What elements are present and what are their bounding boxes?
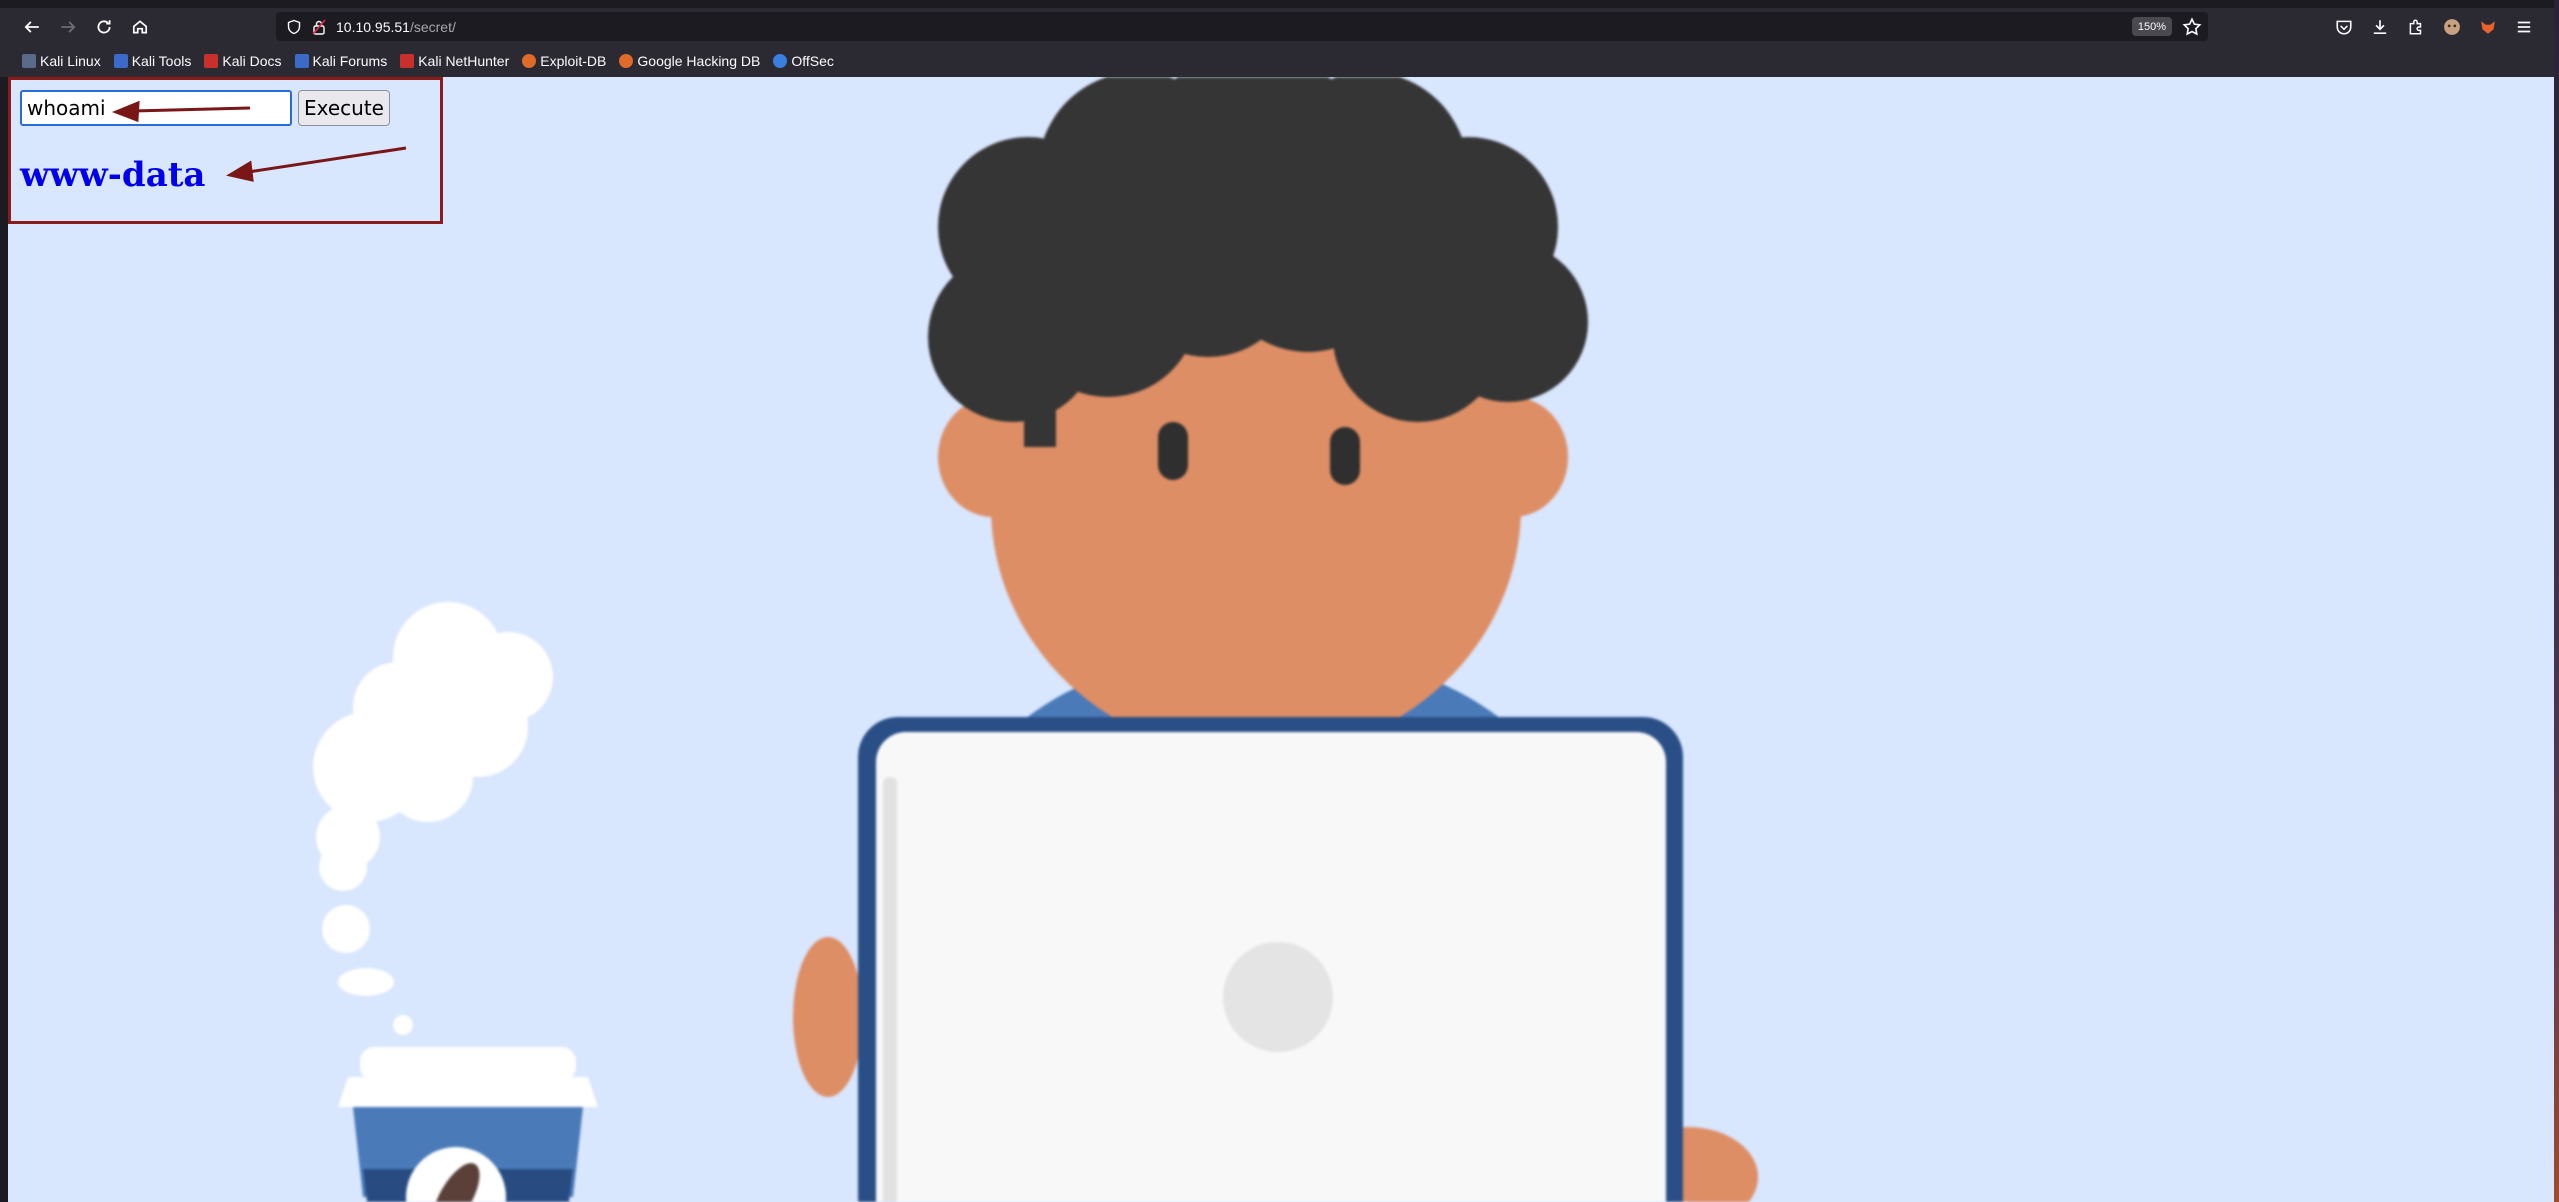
app-menu-button[interactable] (2506, 9, 2542, 45)
reload-button[interactable] (86, 9, 122, 45)
bookmark-label: Exploit-DB (540, 53, 607, 69)
bookmark-label: Kali Tools (131, 53, 192, 69)
foxyproxy-button[interactable] (2470, 9, 2506, 45)
avatar-icon (2444, 18, 2460, 35)
account-button[interactable] (2434, 9, 2470, 45)
bookmark-label: Google Hacking DB (637, 53, 761, 69)
forward-arrow-icon (61, 20, 76, 33)
bookmark-kali-docs[interactable]: Kali Docs (204, 53, 282, 69)
execute-button[interactable]: Execute (298, 90, 390, 126)
zoom-level-badge[interactable]: 150% (2131, 17, 2172, 36)
background-illustration (313, 77, 1758, 1202)
kali-dragon-icon (22, 54, 36, 68)
browser-window: 10.10.95.51/secret/ 150% Kali Linux Kali… (0, 0, 2554, 1202)
page-content: Execute www-data (8, 77, 2554, 1202)
back-button[interactable] (14, 9, 50, 45)
home-button[interactable] (122, 9, 158, 45)
coffee-cup (338, 1047, 598, 1202)
home-icon (132, 19, 148, 33)
forward-button[interactable] (50, 9, 86, 45)
kali-forums-icon (294, 54, 309, 68)
bookmark-label: Kali NetHunter (418, 53, 510, 69)
bookmark-offsec[interactable]: OffSec (773, 53, 834, 69)
steam-clouds (313, 602, 553, 1035)
kali-docs-icon (204, 54, 219, 68)
hamburger-menu-icon (2517, 21, 2531, 32)
pocket-button[interactable] (2326, 9, 2362, 45)
bookmark-kali-tools[interactable]: Kali Tools (113, 53, 192, 69)
back-arrow-icon (24, 20, 39, 33)
downloads-button[interactable] (2362, 9, 2398, 45)
reload-icon (97, 19, 111, 33)
ghdb-icon (619, 54, 634, 68)
puzzle-icon (2409, 19, 2422, 34)
command-output: www-data (20, 155, 206, 195)
url-host: 10.10.95.51 (336, 18, 410, 35)
exploit-db-icon (522, 54, 537, 68)
bookmark-kali-nethunter[interactable]: Kali NetHunter (400, 53, 509, 69)
extensions-button[interactable] (2398, 9, 2434, 45)
bookmark-label: Kali Linux (40, 53, 101, 69)
insecure-lock-icon[interactable] (312, 18, 326, 35)
download-icon (2373, 19, 2387, 34)
bookmark-label: Kali Docs (222, 53, 282, 69)
bookmark-star-icon[interactable] (2182, 17, 2202, 37)
kali-tools-icon (113, 54, 128, 68)
toolbar-right-icons (2326, 8, 2542, 45)
address-bar[interactable]: 10.10.95.51/secret/ 150% (276, 12, 2208, 41)
bookmark-kali-linux[interactable]: Kali Linux (22, 53, 101, 69)
bookmark-label: OffSec (791, 53, 834, 69)
bookmark-google-hacking-db[interactable]: Google Hacking DB (619, 53, 760, 69)
bookmark-kali-forums[interactable]: Kali Forums (294, 53, 388, 69)
pocket-icon (2336, 20, 2352, 35)
kali-nethunter-icon (400, 54, 415, 68)
fox-icon (2481, 20, 2495, 34)
url-path: /secret/ (409, 18, 456, 35)
shield-icon[interactable] (286, 19, 302, 35)
command-input[interactable] (20, 90, 292, 126)
bookmark-label: Kali Forums (312, 53, 388, 69)
offsec-icon (773, 54, 788, 68)
laptop (858, 717, 1683, 1202)
bookmarks-toolbar: Kali Linux Kali Tools Kali Docs Kali For… (0, 45, 2554, 77)
bookmark-exploit-db[interactable]: Exploit-DB (522, 53, 606, 69)
nav-toolbar: 10.10.95.51/secret/ 150% (0, 8, 2554, 45)
